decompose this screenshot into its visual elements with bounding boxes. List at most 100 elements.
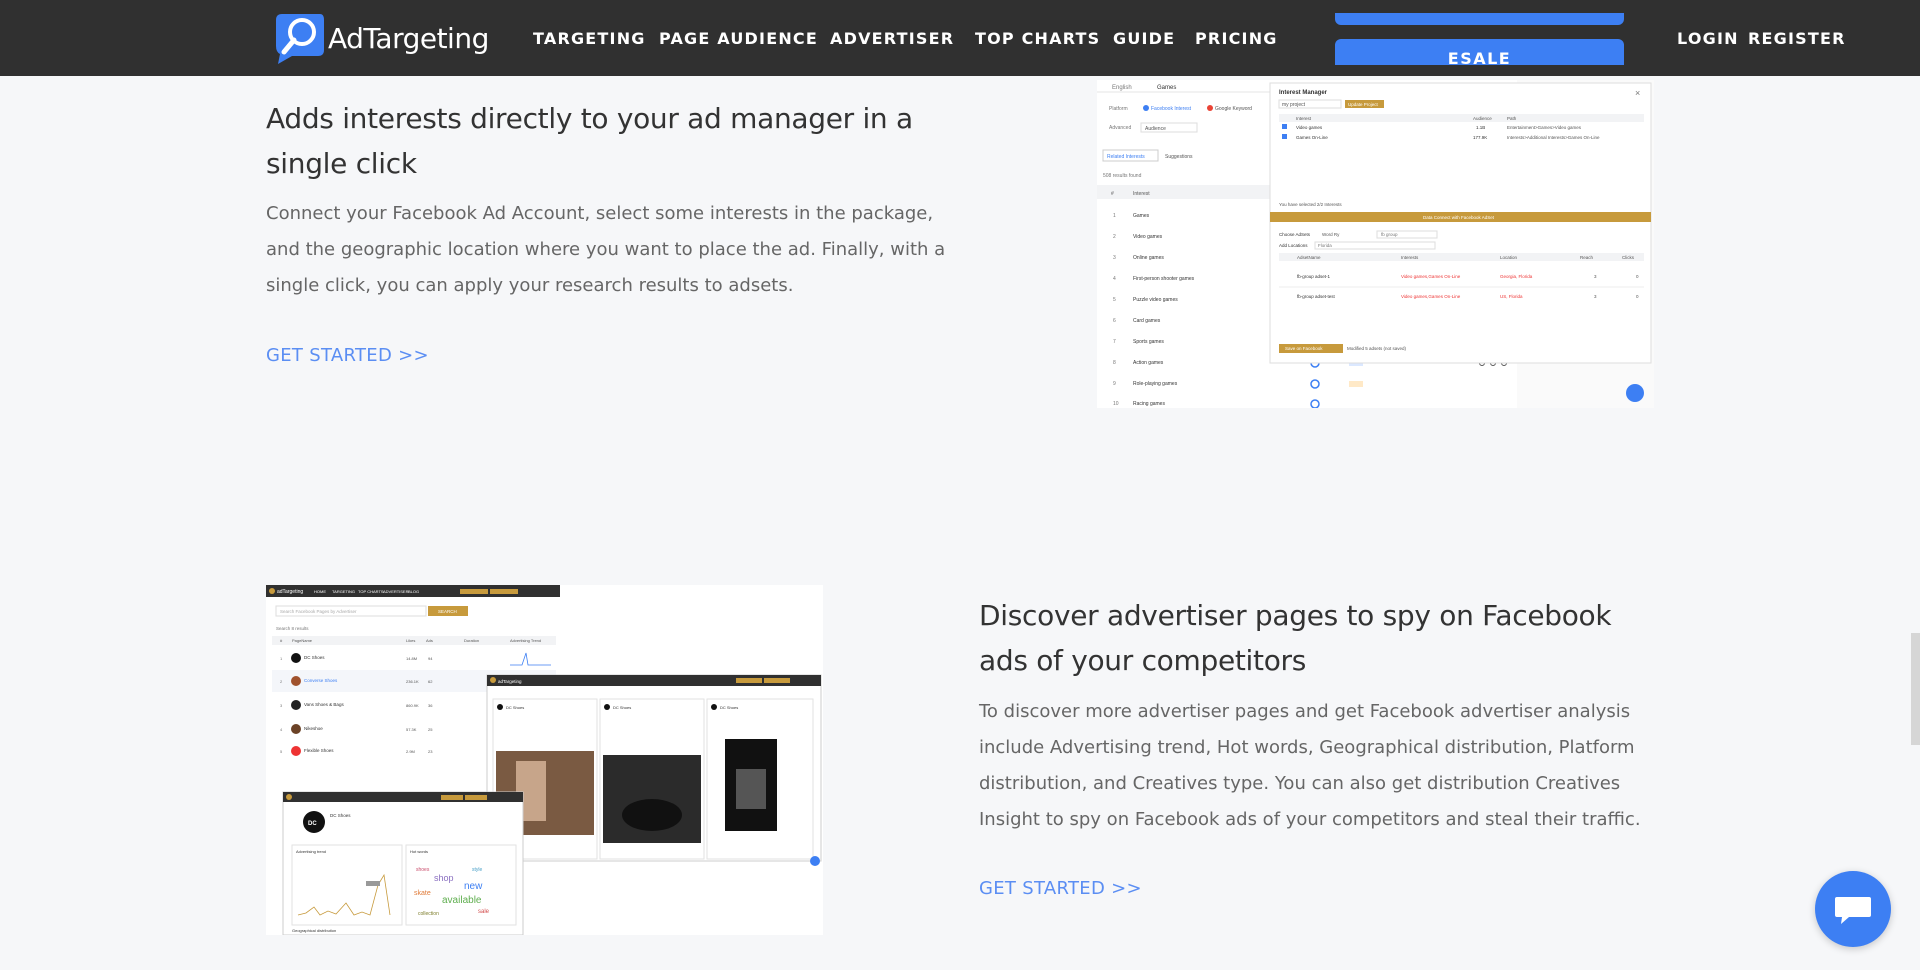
advertiser-profile-window: DC DC Shoes Advertising trend Hot words … [282, 791, 524, 935]
section1-get-started-link[interactable]: GET STARTED >> [266, 345, 429, 366]
brand-logo[interactable]: AdTargeting [270, 10, 489, 66]
svg-text:Sports games: Sports games [1133, 339, 1164, 345]
shot1-tab-english: English [1112, 85, 1132, 91]
svg-text:Advertising trend: Advertising trend [296, 849, 326, 854]
svg-text:adTargeting: adTargeting [498, 679, 522, 684]
svg-text:36: 36 [428, 703, 433, 708]
page-scrollbar[interactable] [1911, 633, 1920, 745]
shot1-advanced-label: Advanced [1109, 125, 1131, 131]
svg-text:Converse Shoes: Converse Shoes [304, 678, 338, 683]
svg-text:5: 5 [1113, 297, 1116, 303]
promo-bar [1335, 13, 1624, 25]
svg-text:Interests>Additional Interests: Interests>Additional Interests>Games On-… [1507, 135, 1600, 140]
svg-text:Reach: Reach [1580, 255, 1594, 260]
svg-text:adTargeting: adTargeting [277, 589, 303, 595]
svg-text:Ads: Ads [426, 638, 433, 643]
ad-cards-window: adTargeting DC Shoes DC Shoes DC Shoes [486, 674, 822, 866]
svg-text:Interests: Interests [1401, 255, 1419, 260]
shot1-platform-fb: Facebook Interest [1151, 106, 1192, 112]
svg-text:2.9M: 2.9M [406, 749, 415, 754]
nav-targeting[interactable]: TARGETING [533, 29, 646, 48]
svg-text:×: × [1635, 88, 1640, 98]
svg-text:DC Shoes: DC Shoes [330, 813, 351, 818]
svg-text:Role-playing games: Role-playing games [1133, 381, 1178, 387]
svg-text:236.1K: 236.1K [406, 679, 419, 684]
svg-text:DC Shoes: DC Shoes [720, 705, 738, 710]
svg-text:Entertainment>Games>Video game: Entertainment>Games>Video games [1507, 125, 1582, 130]
svg-text:Puzzle video games: Puzzle video games [1133, 297, 1178, 303]
section2-get-started-link[interactable]: GET STARTED >> [979, 878, 1142, 899]
svg-text:fb-group adset-1: fb-group adset-1 [1297, 274, 1331, 279]
svg-text:Advertising Trend: Advertising Trend [510, 638, 541, 643]
nav-page-audience[interactable]: PAGE AUDIENCE [659, 29, 818, 48]
interest-manager-modal: Interest Manager × my project Update Pro… [1269, 82, 1652, 364]
svg-text:Save on Facebook: Save on Facebook [1285, 346, 1323, 351]
svg-text:9: 9 [1113, 381, 1116, 387]
interest-manager-screenshot: English Games Platform Facebook Interest… [1097, 80, 1654, 408]
chat-button[interactable] [1815, 871, 1891, 947]
svg-text:Data Connect with Facebook AdS: Data Connect with Facebook AdSet [1423, 215, 1495, 220]
svg-text:Modified 5 adsets (not saved): Modified 5 adsets (not saved) [1347, 346, 1407, 351]
svg-text:10: 10 [1113, 401, 1119, 407]
nav-guide[interactable]: GUIDE [1113, 29, 1175, 48]
svg-text:You have selected 2/2 Interest: You have selected 2/2 Interests [1279, 202, 1342, 207]
svg-text:6: 6 [1113, 318, 1116, 324]
svg-text:SEARCH: SEARCH [438, 609, 457, 614]
svg-text:shoes: shoes [416, 867, 430, 873]
shot1-advanced-value: Audience [1145, 126, 1166, 132]
nav-advertiser[interactable]: ADVERTISER [830, 29, 954, 48]
svg-text:AdsetName: AdsetName [1297, 255, 1321, 260]
svg-text:Duration: Duration [464, 638, 479, 643]
svg-text:Vans Shoes & Bags: Vans Shoes & Bags [304, 702, 344, 707]
svg-text:collection: collection [418, 911, 439, 917]
svg-text:Location: Location [1500, 255, 1518, 260]
svg-text:4: 4 [1113, 276, 1116, 282]
svg-text:62: 62 [428, 679, 433, 684]
svg-text:Audience: Audience [1473, 116, 1492, 121]
svg-text:Hot words: Hot words [410, 849, 428, 854]
promo-button-label: ESALE [1447, 49, 1512, 65]
nav-top-charts[interactable]: TOP CHARTS [975, 29, 1100, 48]
svg-text:3: 3 [1113, 255, 1116, 261]
svg-text:Online games: Online games [1133, 255, 1164, 261]
svg-text:Action games: Action games [1133, 360, 1164, 366]
svg-text:Likes: Likes [406, 638, 415, 643]
svg-text:14.8M: 14.8M [406, 656, 417, 661]
svg-text:US, Florida: US, Florida [1500, 294, 1523, 299]
svg-text:57.3K: 57.3K [406, 727, 417, 732]
svg-text:Search 8 results: Search 8 results [276, 626, 309, 631]
svg-text:Nikeshoe: Nikeshoe [304, 726, 323, 731]
shot1-chat-icon [1626, 384, 1644, 402]
register-link[interactable]: REGISTER [1748, 29, 1846, 48]
svg-text:Choose AdSets: Choose AdSets [1279, 232, 1311, 237]
svg-text:First-person shooter games: First-person shooter games [1133, 276, 1195, 282]
svg-text:skate: skate [414, 890, 431, 897]
svg-text:Video games,Games On-Line: Video games,Games On-Line [1401, 274, 1461, 279]
svg-text:my project: my project [1282, 102, 1306, 108]
svg-text:TOP CHARTS: TOP CHARTS [358, 589, 384, 594]
svg-text:Add Locations: Add Locations [1279, 243, 1308, 248]
svg-text:DC: DC [308, 821, 317, 827]
nav-pricing[interactable]: PRICING [1195, 29, 1278, 48]
shot1-platform-label: Platform [1109, 106, 1128, 112]
top-navbar: AdTargeting TARGETING PAGE AUDIENCE ADVE… [0, 0, 1920, 76]
svg-text:Video games: Video games [1133, 234, 1163, 240]
svg-text:1: 1 [1113, 213, 1116, 219]
shot1-results-found: 508 results found [1103, 173, 1142, 179]
svg-text:BLOG: BLOG [408, 589, 419, 594]
section2-title: Discover advertiser pages to spy on Face… [979, 599, 1612, 677]
svg-text:DC Shoes: DC Shoes [304, 655, 325, 660]
svg-text:94: 94 [428, 656, 433, 661]
svg-text:Racing games: Racing games [1133, 401, 1165, 407]
svg-text:Word Ry: Word Ry [1322, 232, 1340, 237]
promo-button[interactable]: ESALE [1335, 39, 1624, 65]
svg-text:#: # [1111, 191, 1114, 197]
shot1-subtab-suggestions: Suggestions [1165, 154, 1193, 160]
svg-text:available: available [442, 895, 482, 906]
svg-text:ADVERTISER: ADVERTISER [383, 589, 409, 594]
svg-text:DC Shoes: DC Shoes [506, 705, 524, 710]
magnifier-logo-icon [270, 10, 326, 66]
login-link[interactable]: LOGIN [1677, 29, 1739, 48]
shot1-platform-google: Google Keyword [1215, 106, 1252, 112]
svg-text:Interest: Interest [1296, 116, 1312, 121]
